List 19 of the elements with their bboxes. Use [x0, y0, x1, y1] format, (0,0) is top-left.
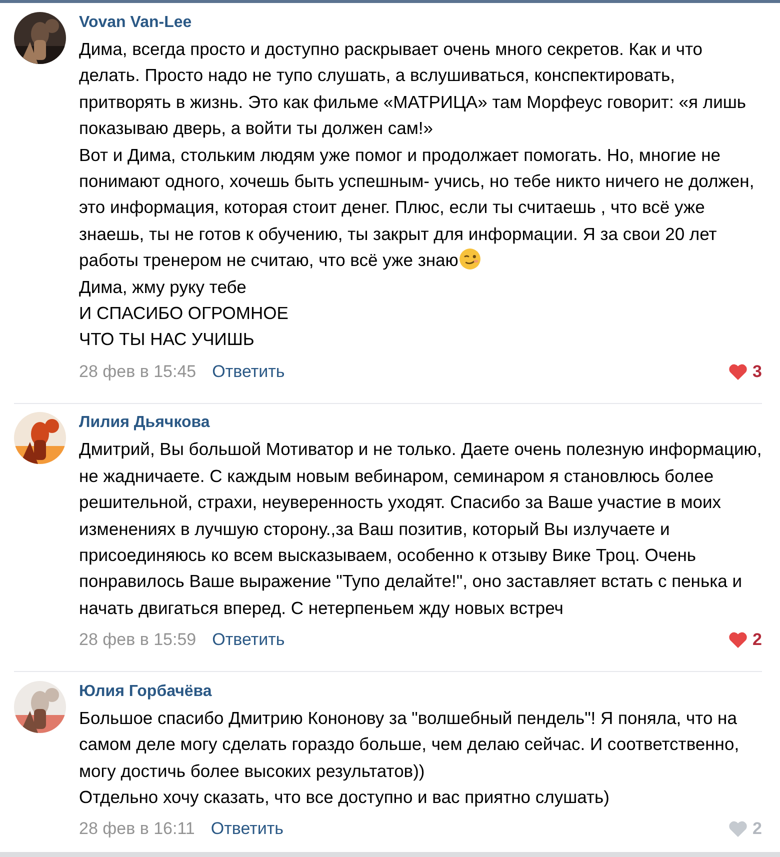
comment-text: Большое спасибо Дмитрию Кононову за "волшебный пендель"! Я поняла, что на самом деле могу сделать гораздо больше, чем делаю сейчас. И соответственно, могу достичь более высоких результатов)): [79, 706, 740, 783]
reply-link[interactable]: Ответить: [210, 819, 284, 840]
comment-text: ЧТО ТЫ НАС УЧИШЬ: [79, 328, 256, 352]
comment-text: И СПАСИБО ОГРОМНОЕ: [79, 302, 290, 326]
like-button[interactable]: 3: [728, 362, 762, 382]
like-button[interactable]: 2: [728, 630, 762, 650]
comment-date: 28 фев в 15:59: [79, 630, 196, 650]
comment-text: Вот и Дима, стольким людям уже помог и продолжает помогать. Но, многие не понимают одного, хочешь быть успешным- учись, но тебе никто ничего не должен, это информация, которая стоит денег. Плюс, если ты считаешь , что всё уже знаешь, ты не готов к обучению, ты закрыт для информации. Я за свои 20 лет работы тренером не считаю, что всё уже знаю: [79, 144, 756, 272]
comment-text: Отдельно хочу сказать, что все доступно и вас приятно слушать): [79, 786, 610, 810]
reply-link[interactable]: Ответить: [212, 630, 285, 650]
author-link[interactable]: Vovan Van-Lee: [79, 12, 762, 34]
comment-date: 28 фев в 15:45: [79, 362, 196, 382]
comment-date: 28 фев в 16:11: [79, 819, 195, 840]
comment-text: Дмитрий, Вы большой Мотиватор и не только. Даете очень полезную информацию, не жадничаете. С каждым новым вебинаром, семинаром я становлюсь более решительной, страхи, неуверенность уходят. Спасибо за Ваше участие в моих изменениях в лучшую сторону.,за Ваш позитив, который Вы излучаете и присоединяюсь ко всем высказываем, особенно к отзыву Вике Троц. Очень понравилось Ваше выражение "Тупо делайте!", оно заставляет встать с пенька и начать двигаться вперед. С нетерпеньем жду новых встреч: [79, 438, 762, 620]
author-link[interactable]: Лилия Дьячкова: [79, 412, 762, 434]
reply-link[interactable]: Ответить: [212, 362, 285, 382]
author-link[interactable]: Юлия Горбачёва: [79, 680, 762, 703]
comment-text: Дима, жму руку тебе: [79, 276, 248, 299]
comment-text: Дима, всегда просто и доступно раскрывает очень много секретов. Как и что делать. Просто надо не тупо слушать, а вслушиваться, конспектировать, притворять в жизнь. Это как фильме «МАТРИЦА» там Морфеус говорит: «я лишь показываю дверь, а войти ты должен сам!»: [79, 38, 747, 140]
